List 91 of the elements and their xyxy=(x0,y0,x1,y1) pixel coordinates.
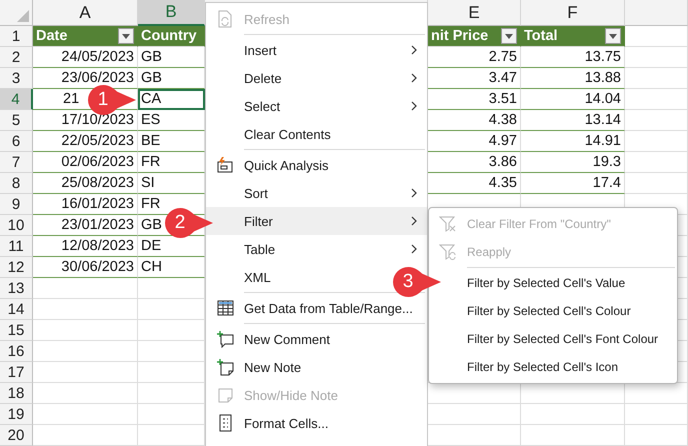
note-icon xyxy=(216,386,234,404)
row-header[interactable]: 18 xyxy=(0,383,33,404)
empty-cell xyxy=(625,110,688,131)
header-label: Total xyxy=(524,28,558,44)
table-cell: 22/05/2023 xyxy=(33,131,138,152)
menu-item[interactable]: Select xyxy=(206,92,427,120)
column-header[interactable]: A xyxy=(33,0,138,26)
table-cell: 14.91 xyxy=(521,131,625,152)
row-header[interactable]: 8 xyxy=(0,173,33,194)
menu-item[interactable]: Filter xyxy=(206,207,427,235)
column-header[interactable]: B xyxy=(138,0,205,26)
chevron-right-icon xyxy=(411,244,417,254)
menu-item[interactable]: Sort xyxy=(206,179,427,207)
table-cell: 23/01/2023 xyxy=(33,215,138,236)
table-cell: CA xyxy=(138,89,205,110)
menu-item[interactable]: Table xyxy=(206,235,427,263)
menu-item[interactable]: New Note xyxy=(206,353,427,381)
table-cell: 12/08/2023 xyxy=(33,236,138,257)
step-number-tooltip: 3 xyxy=(393,267,441,297)
menu-item[interactable]: Clear Contents xyxy=(206,120,427,148)
table-icon xyxy=(216,299,234,317)
table-cell: 13.88 xyxy=(521,68,625,89)
column-header[interactable]: F xyxy=(521,0,625,26)
menu-item[interactable]: Get Data from Table/Range... xyxy=(206,294,427,322)
row-header[interactable]: 7 xyxy=(0,152,33,173)
header-label: Country xyxy=(141,28,197,44)
row-header[interactable]: 1 xyxy=(0,26,33,47)
menu-item[interactable]: Filter by Selected Cell's Colour xyxy=(429,297,677,325)
table-cell: 19.3 xyxy=(521,152,625,173)
dropdown-arrow-icon xyxy=(122,34,130,38)
table-cell: 25/08/2023 xyxy=(33,173,138,194)
empty-cell xyxy=(625,152,688,173)
step-number-tooltip: 1 xyxy=(88,85,136,115)
step-number-tooltip: 2 xyxy=(165,208,213,238)
chevron-right-icon xyxy=(411,101,417,111)
menu-item[interactable]: New Comment xyxy=(206,325,427,353)
empty-cell xyxy=(625,131,688,152)
header-label: Date xyxy=(36,28,68,44)
filter-dropdown-button[interactable] xyxy=(501,28,517,44)
empty-cell xyxy=(625,68,688,89)
new-note-icon xyxy=(216,358,234,376)
dropdown-arrow-icon xyxy=(505,34,513,38)
empty-cell xyxy=(625,47,688,68)
table-cell: 17.4 xyxy=(521,173,625,194)
row-header[interactable]: 14 xyxy=(0,299,33,320)
chevron-right-icon xyxy=(411,73,417,83)
chevron-right-icon xyxy=(411,188,417,198)
table-cell: 16/01/2023 xyxy=(33,194,138,215)
dropdown-arrow-icon xyxy=(609,34,617,38)
filter-dropdown-button[interactable] xyxy=(605,28,621,44)
row-header[interactable]: 10 xyxy=(0,215,33,236)
table-cell: 13.75 xyxy=(521,47,625,68)
table-cell: 24/05/2023 xyxy=(33,47,138,68)
chevron-right-icon xyxy=(411,45,417,55)
menu-item[interactable]: Quick Analysis xyxy=(206,151,427,179)
reapply-filter-icon xyxy=(439,243,457,261)
menu-item[interactable]: Insert xyxy=(206,36,427,64)
header-label: nit Price xyxy=(431,28,488,44)
chevron-right-icon xyxy=(411,216,417,226)
row-header[interactable]: 20 xyxy=(0,425,33,446)
refresh-icon xyxy=(216,10,234,28)
quick-analysis-icon xyxy=(216,156,234,174)
row-header[interactable]: 6 xyxy=(0,131,33,152)
table-cell: 14.04 xyxy=(521,89,625,110)
row-header[interactable]: 11 xyxy=(0,236,33,257)
row-header[interactable]: 2 xyxy=(0,47,33,68)
row-header[interactable]: 5 xyxy=(0,110,33,131)
column-header[interactable]: E xyxy=(428,0,521,26)
menu-item[interactable]: Filter by Selected Cell's Font Colour xyxy=(429,325,677,353)
empty-cell xyxy=(625,89,688,110)
menu-item[interactable]: Format Cells... xyxy=(206,409,427,437)
menu-item[interactable]: Delete xyxy=(206,64,427,92)
row-header[interactable]: 12 xyxy=(0,257,33,278)
table-cell: 13.14 xyxy=(521,110,625,131)
clear-filter-icon xyxy=(439,215,457,233)
menu-item[interactable]: Filter by Selected Cell's Icon xyxy=(429,353,677,381)
empty-cell xyxy=(625,425,688,446)
filter-dropdown-button[interactable] xyxy=(118,28,134,44)
empty-cell xyxy=(625,404,688,425)
row-header[interactable]: 17 xyxy=(0,362,33,383)
row-header[interactable]: 15 xyxy=(0,320,33,341)
table-cell: 30/06/2023 xyxy=(33,257,138,278)
empty-cell xyxy=(625,173,688,194)
table-cell: 02/06/2023 xyxy=(33,152,138,173)
row-header[interactable]: 4 xyxy=(0,89,33,110)
new-comment-icon xyxy=(216,330,234,348)
row-header[interactable]: 19 xyxy=(0,404,33,425)
row-header[interactable]: 9 xyxy=(0,194,33,215)
row-header[interactable]: 3 xyxy=(0,68,33,89)
row-header[interactable]: 13 xyxy=(0,278,33,299)
row-header[interactable]: 16 xyxy=(0,341,33,362)
